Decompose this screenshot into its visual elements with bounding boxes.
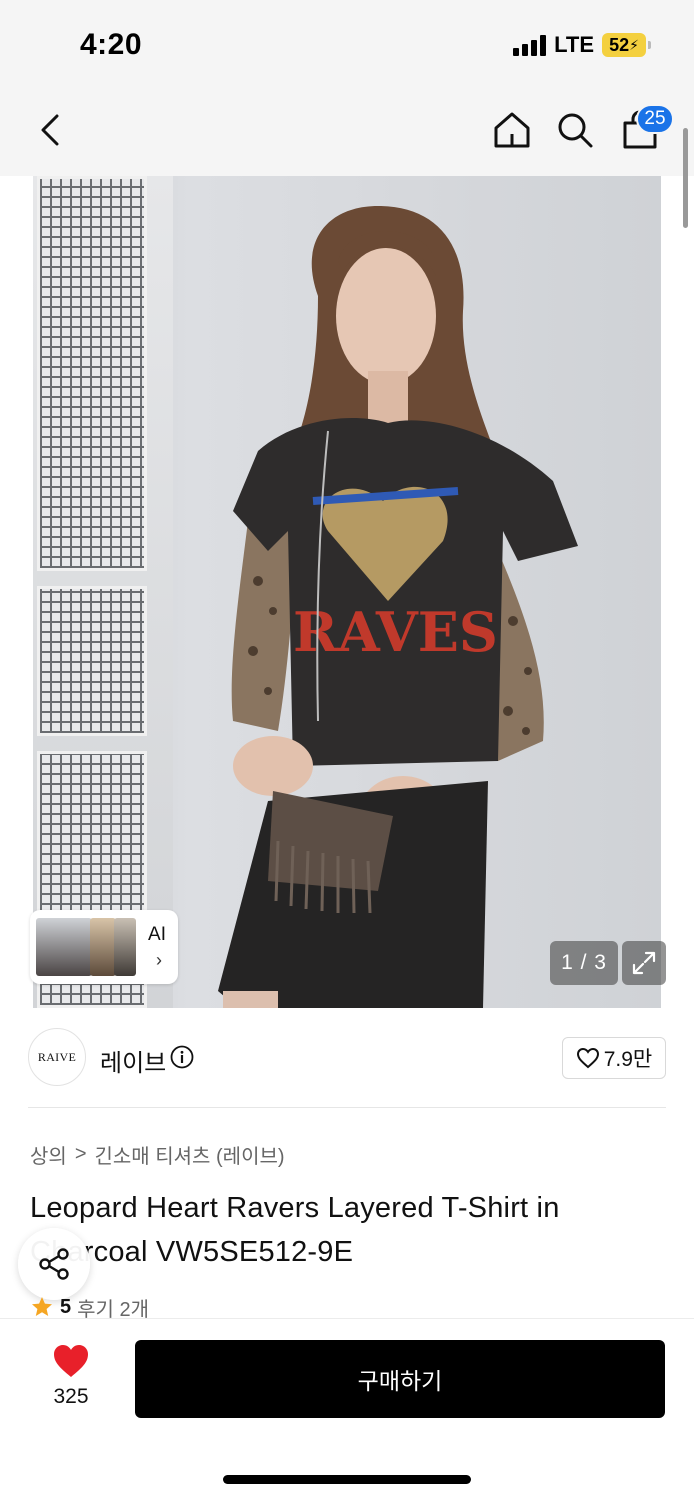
- rating-row[interactable]: 5 후기 2개: [30, 1296, 149, 1318]
- image-counter: 1 / 3: [550, 941, 618, 985]
- back-button[interactable]: [28, 108, 72, 152]
- nav-bar: [0, 92, 694, 176]
- breadcrumb-category[interactable]: 상의: [30, 1140, 67, 1169]
- chevron-left-icon: [41, 114, 59, 146]
- brand-logo[interactable]: RAIVE: [28, 1028, 86, 1086]
- home-indicator[interactable]: [223, 1475, 471, 1484]
- wish-count: 325: [53, 1385, 89, 1408]
- breadcrumb-subcategory[interactable]: 긴소매 티셔츠 (레이브): [95, 1140, 285, 1169]
- status-indicators: LTE 52 ⚡: [513, 32, 651, 58]
- brand-row[interactable]: RAIVE 레이브 7.9만: [28, 1028, 666, 1086]
- signal-icon: [513, 34, 547, 56]
- wall-grate-panel: [37, 176, 147, 571]
- product-title: Leopard Heart Ravers Layered T-Shirt in …: [30, 1192, 560, 1268]
- share-icon: [39, 1248, 69, 1280]
- product-image[interactable]: RAVES: [33, 176, 661, 1008]
- chevron-right-icon: ›: [156, 950, 162, 970]
- svg-text:RAVES: RAVES: [293, 600, 498, 664]
- expand-image-button[interactable]: [622, 941, 666, 985]
- ai-label: AI: [148, 924, 166, 945]
- network-label: LTE: [554, 32, 594, 57]
- review-count[interactable]: 후기 2개: [77, 1296, 149, 1319]
- home-button[interactable]: [490, 108, 534, 152]
- star-icon: [32, 1297, 52, 1316]
- search-icon: [558, 113, 593, 148]
- breadcrumb: 상의 > 긴소매 티셔츠 (레이브): [30, 1140, 285, 1169]
- search-button[interactable]: [553, 108, 597, 152]
- thumbnail-strip: [36, 914, 136, 980]
- model-photo: RAVES: [218, 206, 578, 1008]
- heart-filled-icon[interactable]: [52, 1343, 90, 1379]
- thumbnail-image: [114, 918, 136, 976]
- brand-name[interactable]: 레이브: [100, 1043, 166, 1078]
- share-button[interactable]: [18, 1228, 90, 1300]
- info-icon[interactable]: [170, 1045, 194, 1069]
- thumbnail-image: [36, 918, 92, 976]
- divider: [28, 1107, 666, 1108]
- cart-count-badge: 25: [636, 104, 674, 134]
- heart-outline-icon: [576, 1047, 599, 1069]
- brand-like-button[interactable]: 7.9만: [562, 1037, 666, 1079]
- battery-level: 52: [609, 34, 630, 55]
- ai-similar-styles-card[interactable]: AI ›: [30, 910, 178, 984]
- home-icon: [494, 112, 530, 148]
- scrollbar[interactable]: [683, 128, 688, 228]
- buy-button[interactable]: 구매하기: [135, 1340, 665, 1418]
- wall-grate-panel: [37, 586, 147, 736]
- breadcrumb-separator: >: [74, 1143, 87, 1165]
- expand-icon: [632, 951, 656, 975]
- battery-icon: 52 ⚡: [602, 33, 651, 57]
- brand-like-count: 7.9만: [603, 1048, 653, 1071]
- status-time: 4:20: [80, 28, 143, 61]
- rating-score: 5: [60, 1296, 72, 1318]
- thumbnail-image: [90, 918, 116, 976]
- status-bar: 4:20 LTE 52 ⚡: [0, 0, 694, 92]
- wall-background: [33, 176, 173, 1008]
